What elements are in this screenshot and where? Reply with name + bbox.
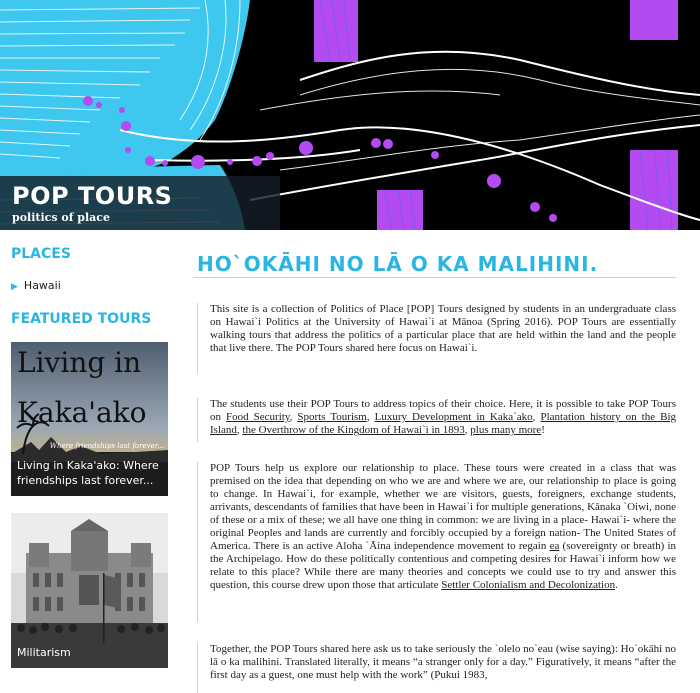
header-banner: POP TOURS politics of place xyxy=(0,0,700,230)
relationship-paragraph: POP Tours help us explore our relationsh… xyxy=(197,462,676,622)
link-food-security[interactable]: Food Security xyxy=(226,411,290,423)
featured-tour-card[interactable]: Living in Kaka'ako Where friendships las… xyxy=(11,342,168,496)
olelo-noeau-paragraph: Together, the POP Tours shared here ask … xyxy=(197,643,676,693)
title-divider xyxy=(193,277,676,278)
main-content: HO`OKĀHI NO LĀ O KA MALIHINI. This site … xyxy=(193,230,677,693)
link-settler-colonialism[interactable]: Settler Colonialism and Decolonization xyxy=(441,579,615,591)
site-tagline: politics of place xyxy=(12,211,110,224)
site-title[interactable]: POP TOURS xyxy=(12,182,172,210)
featured-tour-card[interactable]: Militarism xyxy=(11,513,168,668)
tour-image-subtitle: Where friendships last forever... xyxy=(49,442,164,450)
tour-image-title-line2: Kaka'ako xyxy=(17,396,147,429)
link-ea[interactable]: ea xyxy=(550,540,560,552)
site-title-box: POP TOURS politics of place xyxy=(0,176,280,230)
featured-tours-heading: FEATURED TOURS xyxy=(11,311,152,327)
link-sports-tourism[interactable]: Sports Tourism xyxy=(297,411,366,423)
places-item-label[interactable]: Hawaii xyxy=(24,279,61,292)
link-plus-many-more[interactable]: plus many more xyxy=(470,424,541,436)
places-item-hawaii[interactable]: ▶ Hawaii xyxy=(11,279,61,292)
tour-caption[interactable]: Living in Kaka'ako: Where friendships la… xyxy=(17,458,162,488)
punctuation-text: ! xyxy=(541,424,545,436)
tour-image-title-line1: Living in xyxy=(17,346,142,379)
link-luxury-development[interactable]: Luxury Development in Kaka`ako xyxy=(375,411,533,423)
places-heading: PLACES xyxy=(11,246,71,262)
intro-paragraph: This site is a collection of Politics of… xyxy=(197,303,676,373)
topics-paragraph: The students use their POP Tours to addr… xyxy=(197,398,676,442)
sidebar: PLACES ▶ Hawaii FEATURED TOURS Living in … xyxy=(0,230,180,687)
tour-caption[interactable]: Militarism xyxy=(17,645,162,660)
triangle-right-icon: ▶ xyxy=(11,282,18,292)
separator-text: , xyxy=(366,411,375,423)
paragraph-text: POP Tours help us explore our relationsh… xyxy=(210,462,676,552)
page-title: HO`OKĀHI NO LĀ O KA MALIHINI. xyxy=(197,252,599,276)
link-overthrow-1893[interactable]: the Overthrow of the Kingdom of Hawai`i … xyxy=(242,424,464,436)
punctuation-text: . xyxy=(615,579,618,591)
